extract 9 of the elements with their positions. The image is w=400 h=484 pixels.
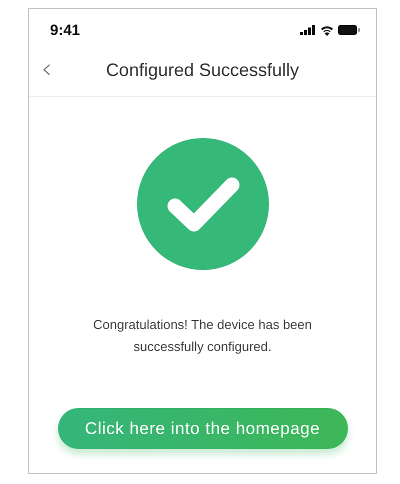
success-check-icon	[136, 138, 268, 270]
homepage-button[interactable]: Click here into the homepage	[58, 408, 348, 449]
wifi-icon	[320, 24, 334, 36]
status-time: 9:41	[50, 22, 80, 38]
success-message: Congratulations! The device has been successfully configured.	[92, 316, 313, 356]
signal-icon	[300, 25, 316, 35]
battery-icon	[338, 25, 360, 35]
page-title: Configured Successfully	[106, 60, 300, 80]
back-button[interactable]: ‹	[37, 56, 56, 82]
